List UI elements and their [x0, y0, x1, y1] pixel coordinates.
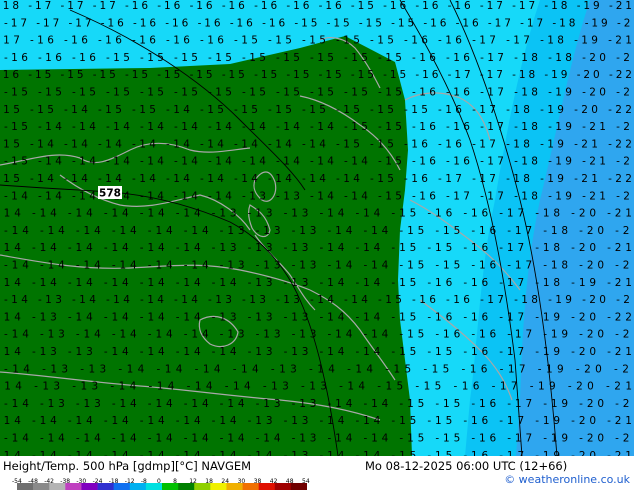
scale-label: -30	[76, 478, 87, 485]
scale-label: 24	[221, 478, 230, 485]
scale-label: -54	[12, 478, 22, 485]
scale-label: 12	[189, 478, 197, 485]
scale-label: 18	[205, 478, 213, 485]
scale-label: 8	[173, 478, 177, 485]
scale-label: 48	[285, 478, 294, 485]
scale-label: -24	[92, 478, 103, 485]
scale-label: -8	[140, 478, 147, 485]
site-credit[interactable]: © weatheronline.co.uk	[504, 473, 630, 486]
scale-label: 0	[157, 478, 161, 485]
color-scale-labels: -54 -48 -42 -38 -30 -24 -18 -12 -8 0 8 12 18 24 30 38 42…	[0, 478, 310, 490]
scale-label: 30	[237, 478, 246, 485]
scale-label: 42	[269, 478, 278, 485]
scale-label: -12	[124, 478, 135, 485]
scale-label: -18	[108, 478, 119, 485]
scale-label: -42	[44, 478, 54, 485]
weather-map[interactable]: -18 -17 -17 -17 -16 -16 -16 -16 -16 -16 …	[0, 0, 634, 456]
map-datetime: Mo 08-12-2025 06:00 UTC (12+66)	[365, 459, 568, 473]
scale-label: -48	[28, 478, 38, 485]
map-viewer: -18 -17 -17 -17 -16 -16 -16 -16 -16 -16 …	[0, 0, 634, 490]
isohypse-label: 578	[99, 188, 121, 200]
map-title: Height/Temp. 500 hPa [gdmp][°C] NAVGEM	[3, 459, 252, 473]
scale-label: -38	[60, 478, 71, 485]
scale-label: 54	[302, 478, 310, 485]
scale-label: 38	[253, 478, 262, 485]
